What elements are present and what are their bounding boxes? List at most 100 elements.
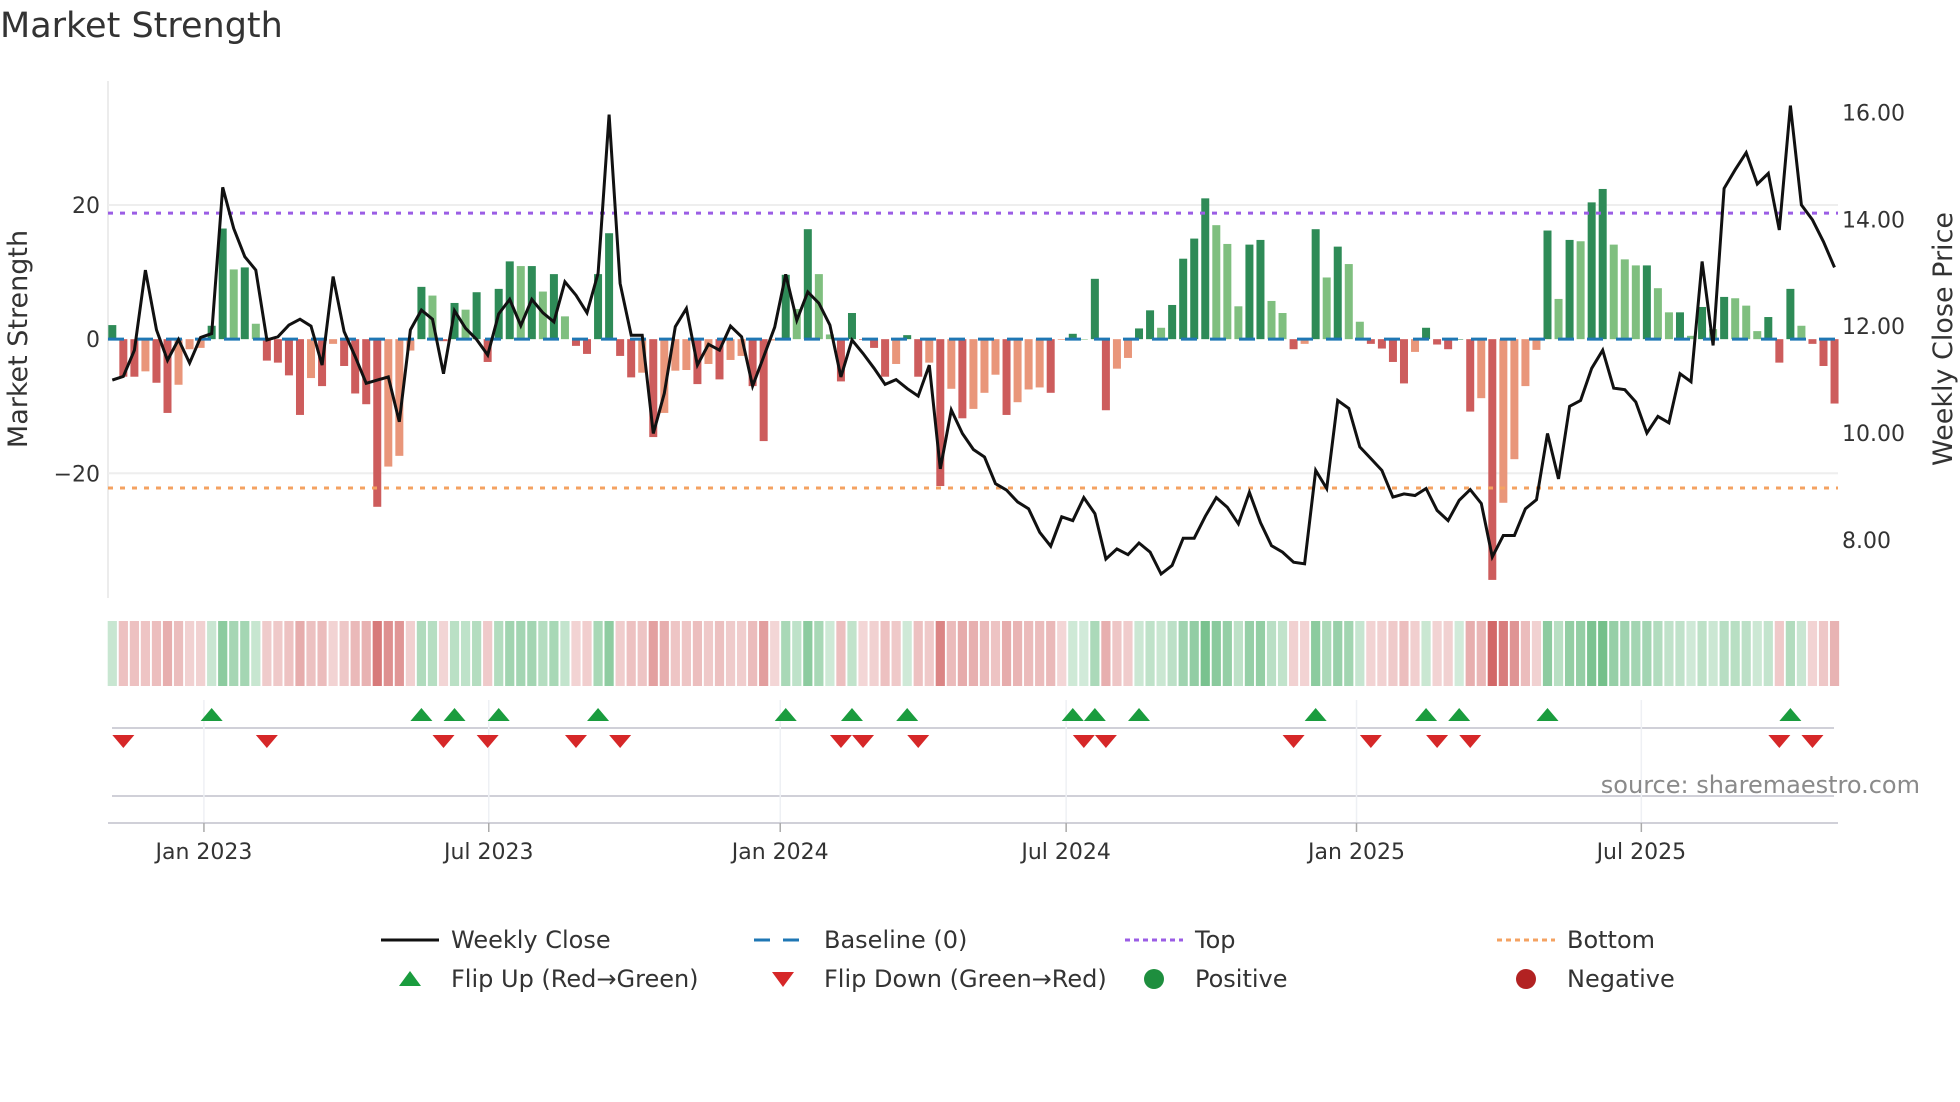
heat-strip-cell xyxy=(1024,621,1034,686)
heat-strip-cell xyxy=(703,621,714,686)
flip-down-marker xyxy=(1072,735,1095,748)
heat-strip-cell xyxy=(505,621,515,686)
heat-strip-cell xyxy=(1233,621,1243,686)
flip-up-marker xyxy=(1448,708,1471,721)
strength-bar xyxy=(1157,327,1166,340)
heat-strip-cell xyxy=(1829,621,1840,686)
legend-label: Top xyxy=(1194,926,1236,954)
heat-strip-cell xyxy=(1796,621,1807,686)
heat-strip-cell xyxy=(924,621,934,686)
heat-strip-cell xyxy=(891,621,901,686)
strength-bar xyxy=(273,339,282,363)
heat-strip-cell xyxy=(1719,621,1729,686)
strength-bar xyxy=(1168,304,1177,340)
heat-strip-cell xyxy=(792,621,802,686)
strength-bar xyxy=(141,339,150,372)
heat-strip-cell xyxy=(571,621,581,686)
flip-markers: Jan 2023 Jul 2023 Jan 2024 Jul 2024 Jan 2025… xyxy=(108,700,1838,865)
strength-bar xyxy=(1587,202,1596,340)
strength-bar xyxy=(1422,327,1431,340)
heat-strip-cell xyxy=(1255,621,1266,686)
strength-bar xyxy=(1289,339,1298,350)
strength-bar xyxy=(616,339,625,356)
heat-strip-cell xyxy=(140,621,151,686)
heat-strip-cell xyxy=(814,621,824,686)
heat-strip-cell xyxy=(1774,621,1784,686)
y2-tick-label: 12.00 xyxy=(1842,315,1905,340)
heat-strip-cell xyxy=(1388,621,1398,686)
heat-strip-cell xyxy=(1432,621,1442,686)
strength-bar xyxy=(1510,339,1519,460)
heat-strip-cell xyxy=(759,621,769,686)
triangle-down-icon xyxy=(772,972,794,987)
flip-down-marker xyxy=(1426,735,1449,748)
strength-bar xyxy=(1355,321,1364,340)
strength-bar xyxy=(307,339,316,379)
strength-bar xyxy=(947,339,956,389)
heat-strip-cell xyxy=(1012,621,1023,686)
strength-bar xyxy=(1112,339,1121,369)
strength-bar xyxy=(1123,339,1132,358)
heat-strip-cell xyxy=(1553,621,1564,686)
heat-strip-cell xyxy=(1807,621,1818,686)
strength-bar xyxy=(284,339,293,376)
legend-label: Bottom xyxy=(1567,926,1655,954)
flip-down-marker xyxy=(432,735,455,748)
heat-strip-cell xyxy=(781,621,791,686)
legend-label: Baseline (0) xyxy=(824,926,967,954)
strength-bar xyxy=(1554,298,1563,340)
heat-strip-cell xyxy=(736,621,747,686)
strength-bar xyxy=(1256,239,1265,340)
flip-up-marker xyxy=(1415,708,1438,721)
heat-strip-cell xyxy=(295,621,305,686)
heat-strip-cell xyxy=(1123,621,1133,686)
heat-strip-cell xyxy=(626,621,636,686)
heat-strip-cell xyxy=(317,621,327,686)
heat-strip-cell xyxy=(1167,621,1177,686)
heat-strip-cell xyxy=(394,621,404,686)
strength-bar xyxy=(991,339,1000,375)
strength-bar xyxy=(803,229,812,340)
heat-strip-cell xyxy=(405,621,415,686)
strength-bar xyxy=(1753,331,1762,340)
strength-bar xyxy=(373,339,382,507)
heat-strip-cell xyxy=(240,621,250,686)
strength-bars xyxy=(108,188,1839,580)
heat-strip-cell xyxy=(1178,621,1188,686)
flip-up-marker xyxy=(443,708,466,721)
heat-strip-cell xyxy=(1344,621,1354,686)
heat-strip-cell xyxy=(725,621,736,686)
x-tick-label: Jan 2023 xyxy=(153,840,252,865)
heat-strip-cell xyxy=(328,621,338,686)
strength-bar xyxy=(1278,313,1287,340)
heat-strip-cell xyxy=(118,621,128,686)
heat-strip-cell xyxy=(1311,621,1321,686)
strength-bar xyxy=(1013,339,1022,403)
flip-up-marker xyxy=(840,708,863,721)
heat-strip-cell xyxy=(770,621,780,686)
strength-bar xyxy=(262,339,271,361)
strength-bar xyxy=(1344,264,1353,340)
strength-bar xyxy=(914,339,923,377)
strength-bar xyxy=(1234,306,1243,340)
heat-strip-cell xyxy=(372,621,382,686)
heat-strip-cell xyxy=(858,621,868,686)
heat-strip-cell xyxy=(1542,621,1553,686)
x-tick-label: Jul 2023 xyxy=(442,840,534,865)
heat-strip-cell xyxy=(1068,621,1078,686)
heat-strip-cell xyxy=(1664,621,1674,686)
heat-strip-cell xyxy=(218,621,228,686)
strength-bar xyxy=(1477,339,1486,399)
flip-up-marker xyxy=(1083,708,1106,721)
strength-bar xyxy=(1698,306,1707,340)
heat-strip-cell xyxy=(1465,621,1475,686)
triangle-up-icon xyxy=(399,971,421,986)
heat-strip-cell xyxy=(1035,621,1045,686)
strength-bar xyxy=(1742,305,1751,340)
heat-strip-cell xyxy=(1222,621,1232,686)
strength-bar xyxy=(1090,278,1099,340)
heat-strip-cell xyxy=(1598,621,1608,686)
y-axis-label: Market Strength xyxy=(3,230,34,448)
strength-bar xyxy=(892,339,901,364)
heat-strip-cell xyxy=(648,621,658,686)
